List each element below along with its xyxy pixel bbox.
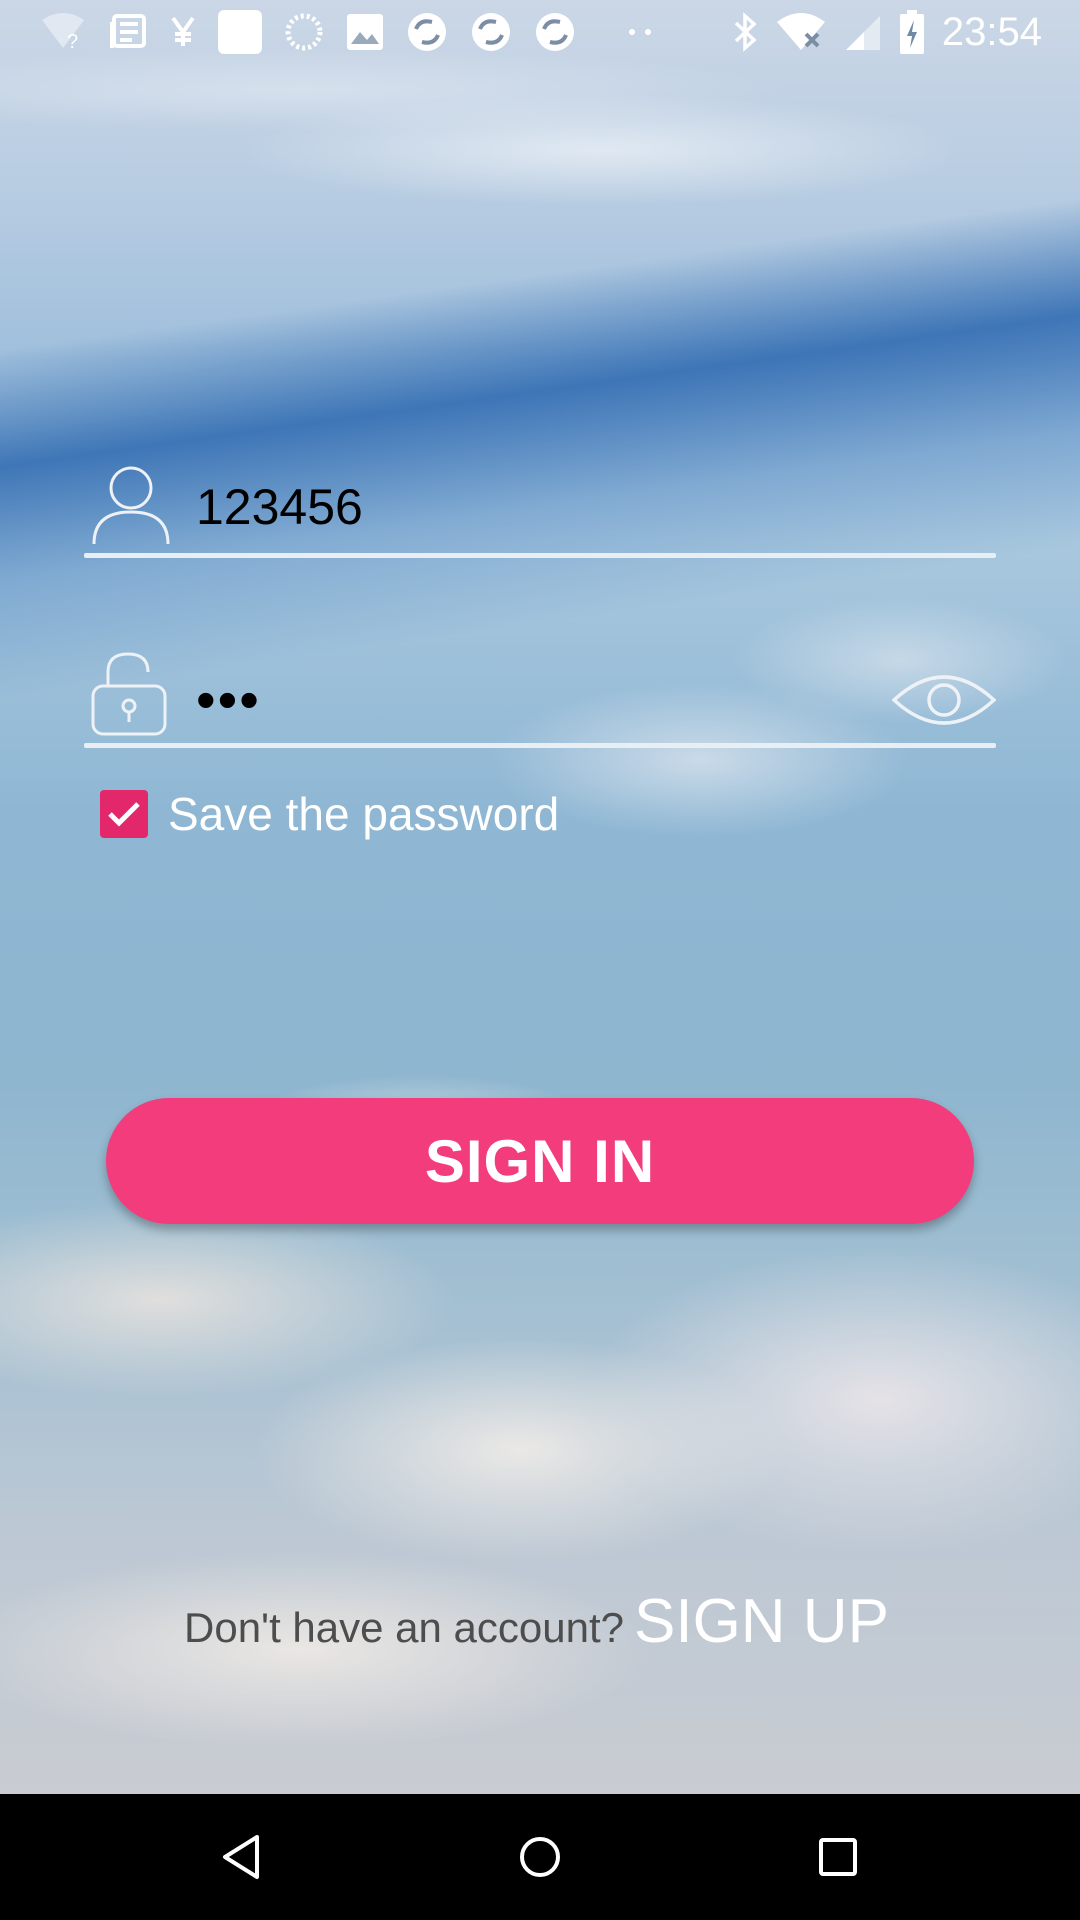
wifi-off-icon <box>776 12 826 52</box>
status-bar-system: 23:54 <box>732 8 1042 56</box>
sign-in-button[interactable]: SIGN IN <box>106 1098 974 1224</box>
status-time: 23:54 <box>941 9 1042 54</box>
username-field[interactable]: 123456 <box>84 458 996 558</box>
signup-row: Don't have an account? SIGN UP <box>184 1586 889 1656</box>
login-screen: ? 23:54 123456 ••• Save the password SIG… <box>0 0 1080 1920</box>
image-icon <box>346 13 384 51</box>
sync-icon <box>534 11 576 53</box>
save-password-row[interactable]: Save the password <box>100 786 559 842</box>
signal-icon <box>844 12 882 52</box>
sync-icon <box>406 11 448 53</box>
password-underline <box>84 743 996 748</box>
username-underline <box>84 553 996 558</box>
bluetooth-icon <box>732 12 758 52</box>
signup-prompt: Don't have an account? <box>184 1604 624 1651</box>
sync-icon <box>470 11 512 53</box>
lock-icon <box>90 650 170 743</box>
sky-background <box>0 0 1080 1794</box>
checkmark-icon <box>108 802 140 827</box>
loading-icon <box>284 12 324 52</box>
svg-text:?: ? <box>67 31 78 52</box>
news-icon <box>108 12 148 52</box>
save-password-checkbox[interactable] <box>100 790 148 838</box>
yen-icon <box>170 12 196 52</box>
password-field[interactable]: ••• <box>84 648 997 748</box>
user-icon <box>90 462 172 551</box>
white-square-icon <box>218 10 262 54</box>
sign-up-link[interactable]: SIGN UP <box>634 1586 889 1657</box>
show-password-eye-icon[interactable] <box>891 668 997 737</box>
username-input[interactable]: 123456 <box>196 482 363 532</box>
back-icon[interactable] <box>208 1824 274 1890</box>
home-icon[interactable] <box>507 1824 573 1890</box>
save-password-label: Save the password <box>168 788 560 840</box>
status-bar: ? 23:54 <box>0 0 1080 63</box>
navigation-bar <box>0 1794 1080 1920</box>
battery-charging-icon <box>899 10 924 54</box>
recents-icon[interactable] <box>805 1824 871 1890</box>
wifi-question-icon: ? <box>40 12 86 52</box>
more-dots-icon <box>628 27 652 37</box>
password-input[interactable]: ••• <box>196 672 261 728</box>
status-bar-notifications: ? <box>40 8 652 56</box>
